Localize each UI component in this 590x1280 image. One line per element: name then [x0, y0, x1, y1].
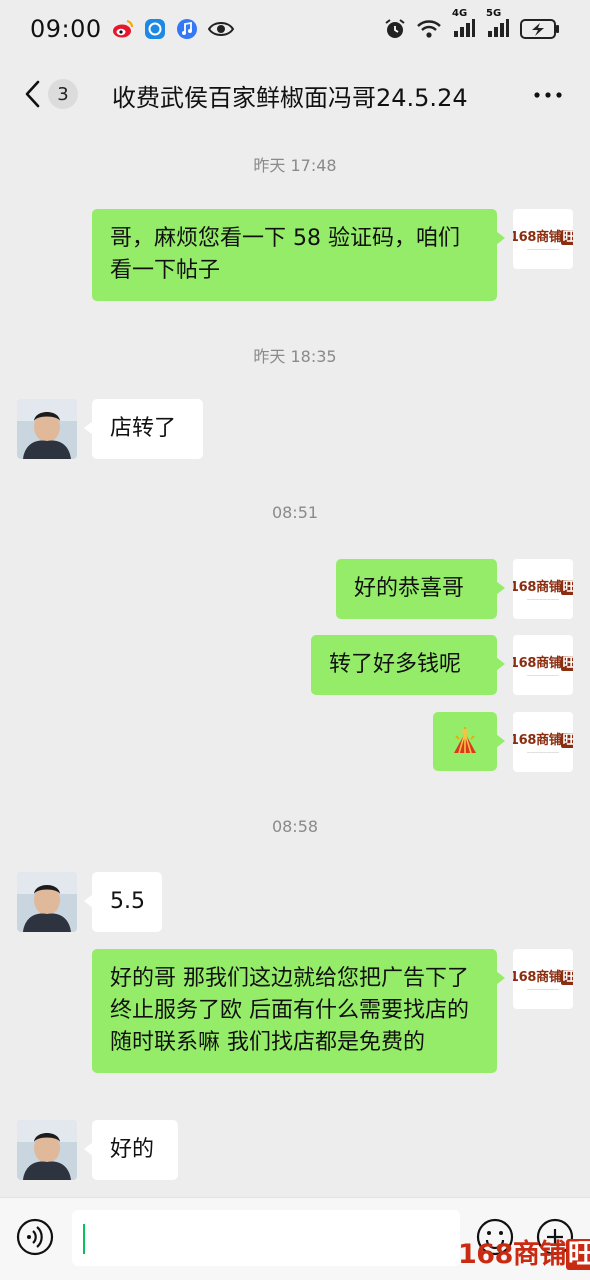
person-photo-icon: [17, 399, 77, 459]
chat-title: 收费武侯百家鲜椒面冯哥24.5.24: [112, 84, 468, 112]
message-text: 好的: [110, 1137, 155, 1162]
contact-avatar[interactable]: [17, 872, 77, 932]
contact-message-bubble[interactable]: 店转了: [84, 399, 203, 459]
signal-5g-icon: 5G: [486, 8, 510, 42]
avatar-logo-sub: ————————: [527, 750, 559, 755]
my-avatar[interactable]: 168商铺旺 ————————: [513, 209, 573, 269]
avatar-logo-text: 168商铺旺: [513, 966, 573, 985]
my-message-bubble[interactable]: 哥，麻烦您看一下 58 验证码，咱们看一下帖子: [92, 209, 505, 301]
voice-input-icon[interactable]: [16, 1218, 54, 1256]
my-message-bubble[interactable]: 好的恭喜哥: [336, 559, 505, 619]
message-text: 转了好多钱呢: [329, 652, 462, 677]
alarm-icon: [385, 19, 405, 38]
avatar-logo-text: 168商铺旺: [513, 576, 573, 595]
message-text: 5.5: [110, 889, 145, 914]
status-bar: 09:00 4G 5G: [0, 0, 590, 58]
my-avatar[interactable]: 168商铺旺 ————————: [513, 559, 573, 619]
my-message-bubble[interactable]: 转了好多钱呢: [311, 635, 505, 695]
music-icon: [176, 19, 197, 39]
avatar-logo-text: 168商铺旺: [513, 729, 573, 748]
avatar-logo-sub: ————————: [527, 597, 559, 602]
my-avatar[interactable]: 168商铺旺 ————————: [513, 635, 573, 695]
message-text-input[interactable]: [72, 1210, 460, 1266]
more-options-icon[interactable]: [534, 92, 562, 98]
contact-message-bubble[interactable]: 好的: [84, 1120, 178, 1180]
person-photo-icon: [17, 1120, 77, 1180]
message-timestamp: 08:51: [271, 503, 319, 522]
wifi-icon: [417, 20, 441, 38]
message-timestamp: 昨天 17:48: [253, 156, 337, 175]
contact-avatar[interactable]: [17, 399, 77, 459]
battery-charging-icon: [520, 19, 559, 39]
back-arrow-icon[interactable]: [22, 78, 46, 110]
message-text: 好的哥 那我们这边就给您把广告下了终止服务了欧 后面有什么需要找店的随时联系嘛 …: [110, 966, 469, 1055]
status-time: 09:00: [30, 15, 102, 43]
text-caret: [83, 1224, 85, 1254]
unread-count-badge[interactable]: 3: [48, 79, 78, 109]
avatar-logo-text: 168商铺旺: [513, 652, 573, 671]
message-text: 店转了: [110, 416, 177, 441]
contact-avatar[interactable]: [17, 1120, 77, 1180]
signal-4g-icon: 4G: [452, 8, 476, 42]
firecracker-emoji-icon: [454, 727, 476, 754]
brand-watermark: 168商铺旺: [458, 1232, 590, 1271]
avatar-logo-sub: ————————: [527, 673, 559, 678]
avatar-logo-text: 168商铺旺: [513, 226, 573, 245]
weibo-icon: [112, 20, 133, 38]
my-message-bubble[interactable]: 好的哥 那我们这边就给您把广告下了终止服务了欧 后面有什么需要找店的随时联系嘛 …: [92, 949, 505, 1073]
message-text: 哥，麻烦您看一下 58 验证码，咱们看一下帖子: [110, 226, 460, 283]
message-timestamp: 08:58: [271, 817, 319, 836]
my-avatar[interactable]: 168商铺旺 ————————: [513, 712, 573, 772]
chat-header: 3 收费武侯百家鲜椒面冯哥24.5.24: [0, 58, 590, 130]
person-photo-icon: [17, 872, 77, 932]
message-text: 好的恭喜哥: [354, 576, 465, 601]
my-emoji-bubble[interactable]: [433, 712, 505, 771]
browser-icon: [144, 19, 165, 39]
my-avatar[interactable]: 168商铺旺 ————————: [513, 949, 573, 1009]
eye-icon: [207, 22, 234, 36]
avatar-logo-sub: ————————: [527, 247, 559, 252]
contact-message-bubble[interactable]: 5.5: [84, 872, 162, 932]
avatar-logo-sub: ————————: [527, 987, 559, 992]
message-timestamp: 昨天 18:35: [253, 347, 337, 366]
